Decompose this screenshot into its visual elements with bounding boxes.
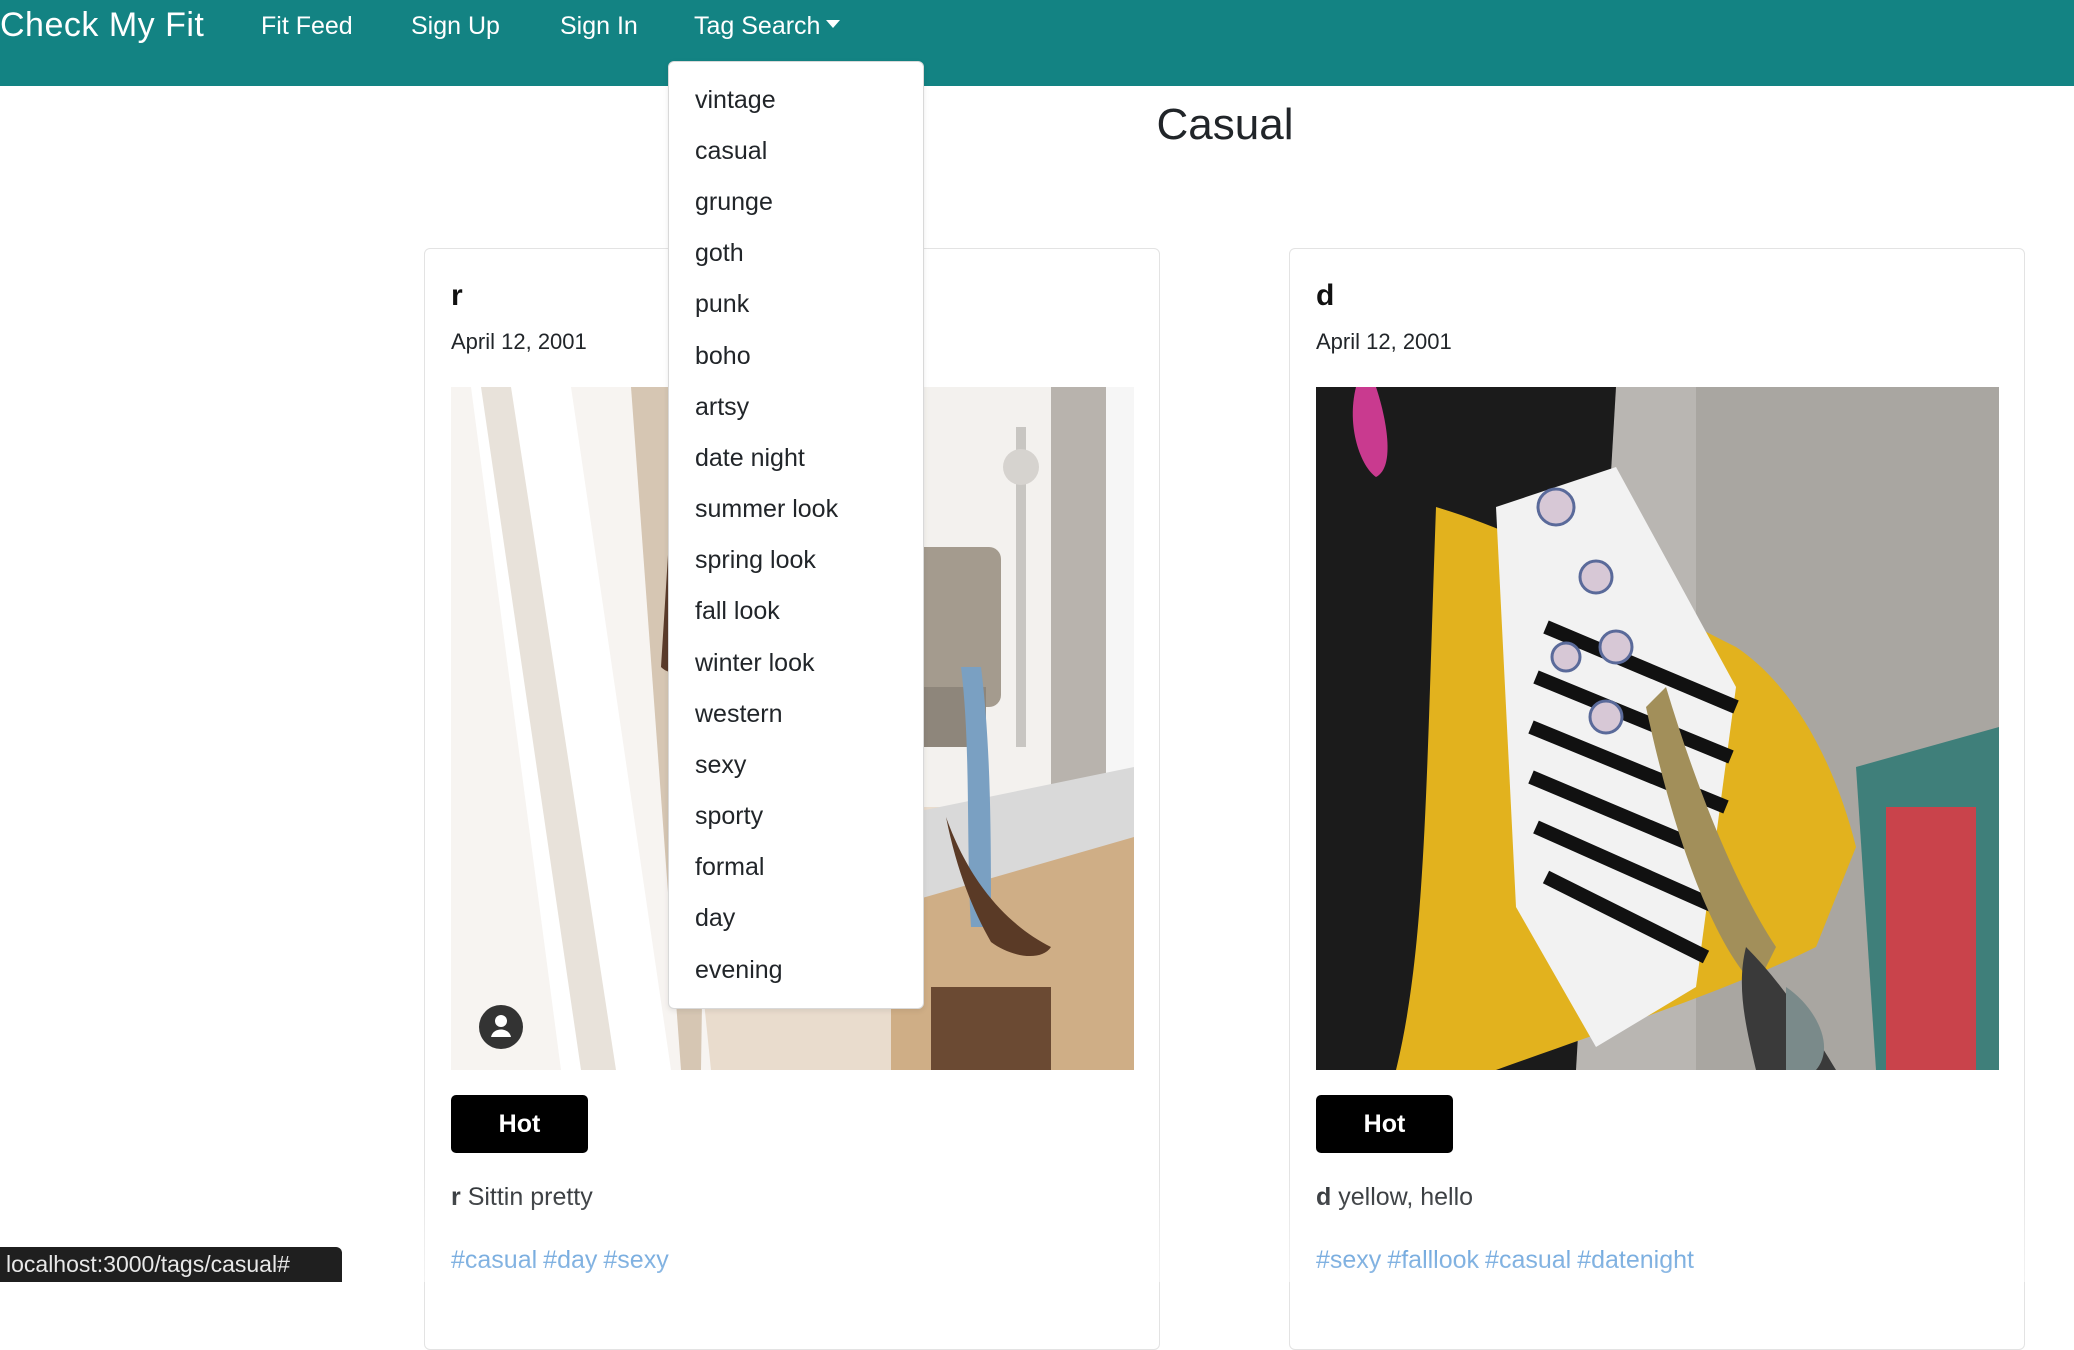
tag-link[interactable]: #sexy bbox=[603, 1246, 668, 1274]
tag-link[interactable]: #datenight bbox=[1577, 1246, 1694, 1274]
dropdown-item-punk[interactable]: punk bbox=[695, 290, 749, 319]
dropdown-item-spring-look[interactable]: spring look bbox=[695, 546, 816, 575]
tag-link[interactable]: #falllook bbox=[1387, 1246, 1479, 1274]
caret-down-icon bbox=[826, 20, 841, 28]
dropdown-item-grunge[interactable]: grunge bbox=[695, 188, 773, 217]
brand-link[interactable]: Check My Fit bbox=[0, 6, 204, 45]
top-navbar: Check My Fit Fit Feed Sign Up Sign In Ta… bbox=[0, 0, 2074, 86]
dropdown-item-artsy[interactable]: artsy bbox=[695, 393, 749, 422]
caption-username: r bbox=[451, 1183, 461, 1211]
post-username: d bbox=[1316, 279, 1335, 312]
nav-fit-feed[interactable]: Fit Feed bbox=[261, 12, 353, 41]
dropdown-item-vintage[interactable]: vintage bbox=[695, 86, 776, 115]
dropdown-item-fall-look[interactable]: fall look bbox=[695, 597, 780, 626]
tag-link[interactable]: #day bbox=[543, 1246, 597, 1274]
dropdown-item-boho[interactable]: boho bbox=[695, 342, 751, 371]
dropdown-item-sexy[interactable]: sexy bbox=[695, 751, 746, 780]
dropdown-item-goth[interactable]: goth bbox=[695, 239, 744, 268]
post-caption: r Sittin pretty bbox=[451, 1183, 593, 1212]
hot-button[interactable]: Hot bbox=[451, 1095, 588, 1153]
post-date: April 12, 2001 bbox=[1316, 329, 1452, 354]
dropdown-item-winter-look[interactable]: winter look bbox=[695, 649, 815, 678]
caption-username: d bbox=[1316, 1183, 1332, 1211]
dropdown-item-western[interactable]: western bbox=[695, 700, 783, 729]
tag-search-toggle[interactable]: Tag Search bbox=[694, 12, 841, 41]
hot-button[interactable]: Hot bbox=[1316, 1095, 1453, 1153]
dropdown-item-day[interactable]: day bbox=[695, 904, 735, 933]
post-username: r bbox=[451, 279, 463, 312]
dropdown-item-evening[interactable]: evening bbox=[695, 956, 783, 985]
link-status-bar: localhost:3000/tags/casual# bbox=[0, 1247, 342, 1282]
tag-link[interactable]: #casual bbox=[451, 1246, 537, 1274]
dropdown-item-formal[interactable]: formal bbox=[695, 853, 764, 882]
tag-link[interactable]: #casual bbox=[1485, 1246, 1571, 1274]
nav-sign-in[interactable]: Sign In bbox=[560, 12, 638, 41]
dropdown-item-date-night[interactable]: date night bbox=[695, 444, 805, 473]
tag-search-label: Tag Search bbox=[694, 12, 821, 40]
tag-search-dropdown: vintage casual grunge goth punk boho art… bbox=[668, 61, 924, 1009]
post-caption: d yellow, hello bbox=[1316, 1183, 1473, 1212]
caption-text: yellow, hello bbox=[1338, 1183, 1474, 1211]
post-date: April 12, 2001 bbox=[451, 329, 587, 354]
page-title: Casual bbox=[1156, 100, 1294, 149]
nav-sign-up[interactable]: Sign Up bbox=[411, 12, 500, 41]
dropdown-item-sporty[interactable]: sporty bbox=[695, 802, 763, 831]
dropdown-item-casual[interactable]: casual bbox=[695, 137, 767, 166]
post-tags: #sexy #falllook #casual #datenight bbox=[1316, 1246, 1700, 1275]
post-card: d April 12, 2001 Hot d yellow, hello #se… bbox=[1289, 248, 2025, 1350]
post-tags: #casual #day #sexy bbox=[451, 1246, 675, 1275]
dropdown-item-summer-look[interactable]: summer look bbox=[695, 495, 838, 524]
caption-text: Sittin pretty bbox=[467, 1183, 593, 1211]
tag-link[interactable]: #sexy bbox=[1316, 1246, 1381, 1274]
outfit-photo bbox=[1316, 387, 1999, 1070]
